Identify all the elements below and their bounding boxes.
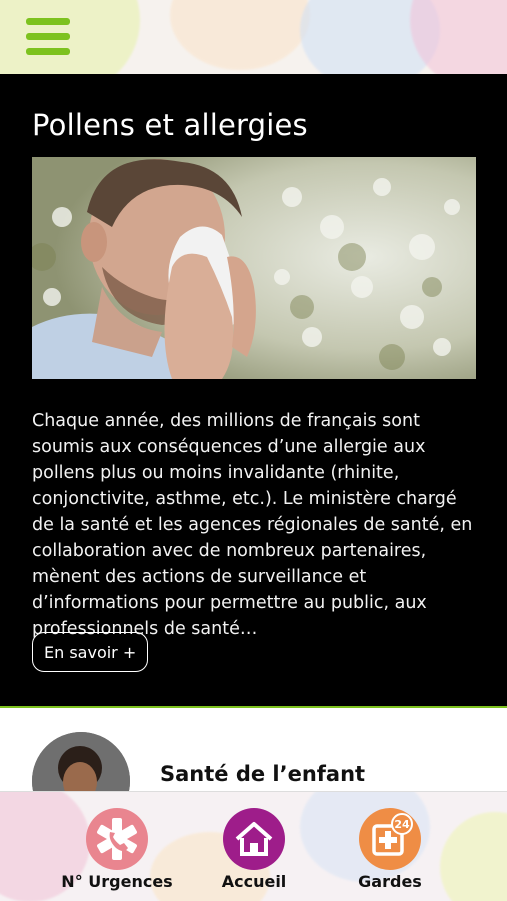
section-title: Santé de l’enfant [160,762,366,786]
emergency-phone-icon [86,808,148,870]
child-avatar [32,732,130,792]
article-title: Pollens et allergies [32,108,308,142]
background-decoration [0,0,140,74]
background-decoration [170,0,310,70]
top-bar [0,0,507,74]
tab-emergency-label: N° Urgences [61,872,173,891]
child-health-section[interactable]: Santé de l’enfant [0,708,507,792]
article-image [32,157,476,379]
article-card: Pollens et allergies Chaque année, des m… [0,74,507,708]
background-decoration [410,0,507,74]
bottom-tab-bar: N° Urgences Accueil 24 Gardes [0,791,507,901]
sneezing-man-photo [32,157,476,379]
tab-emergency[interactable]: N° Urgences [52,792,182,901]
article-body: Chaque année, des millions de français s… [32,411,473,639]
child-photo-icon [32,732,130,792]
home-icon [223,808,285,870]
tab-home[interactable]: Accueil [189,792,319,901]
tab-pharmacy-label: Gardes [358,872,422,891]
badge-24-text: 24 [394,818,410,831]
hamburger-menu-icon[interactable] [26,18,70,56]
tab-home-label: Accueil [221,872,287,891]
pharmacy-24h-icon: 24 [359,808,421,870]
learn-more-button[interactable]: En savoir + [32,632,149,672]
tab-pharmacy-guard[interactable]: 24 Gardes [325,792,455,901]
